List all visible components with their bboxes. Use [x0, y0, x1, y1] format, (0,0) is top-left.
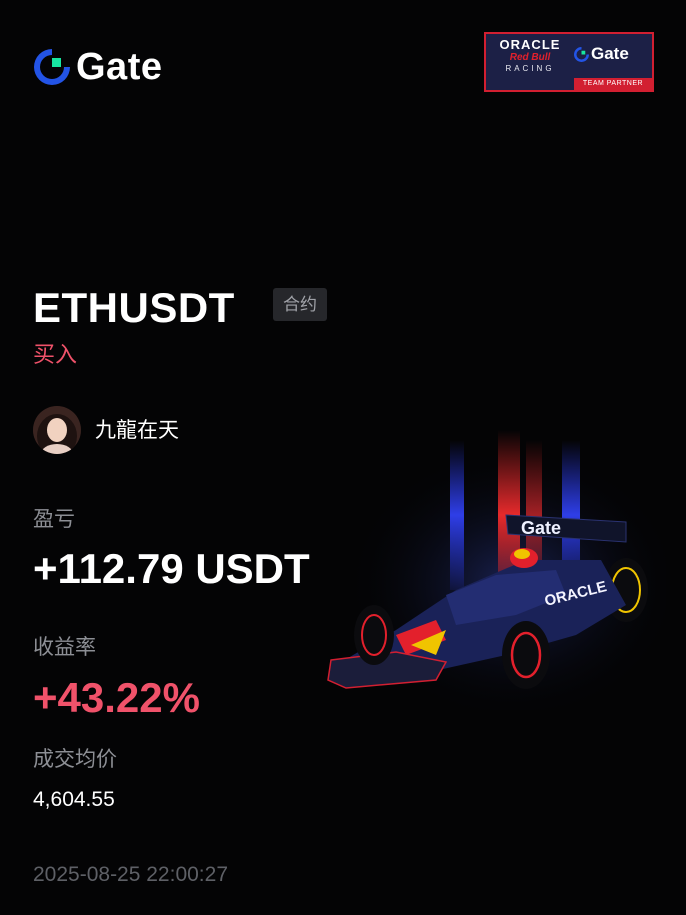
badge-gate-logo: Gate [574, 44, 629, 64]
avg-price-label: 成交均价 [33, 748, 117, 771]
team-partner-label: TEAM PARTNER [574, 78, 652, 90]
avatar [33, 406, 81, 454]
red-bull-text: Red Bull [509, 52, 551, 63]
oracle-text: ORACLE [499, 37, 561, 52]
trading-pair: ETHUSDT [33, 284, 235, 331]
pnl-value: +112.79 USDT [33, 545, 310, 592]
f1-car-illustration: Gate ORACLE [326, 430, 666, 710]
svg-text:Gate: Gate [521, 518, 561, 538]
trade-side: 买入 [33, 342, 78, 367]
pnl-label: 盈亏 [33, 508, 75, 531]
gate-logo-icon [574, 46, 589, 62]
roi-label: 收益率 [33, 636, 96, 659]
user-name: 九龍在天 [95, 419, 179, 442]
avatar-image [33, 406, 81, 454]
racing-text: RACING [505, 64, 555, 73]
red-bull-racing-logo: ORACLE Red Bull RACING [492, 38, 568, 74]
timestamp: 2025-08-25 22:00:27 [33, 863, 228, 886]
gate-logo-icon [34, 49, 70, 85]
brand-name: Gate [76, 46, 163, 88]
badge-gate-text: Gate [591, 44, 629, 63]
avg-price-value: 4,604.55 [33, 788, 115, 811]
partner-badge: ORACLE Red Bull RACING Gate TEAM PARTNER [484, 32, 654, 92]
contract-tag: 合约 [273, 288, 327, 321]
roi-value: +43.22% [33, 674, 200, 721]
gate-logo: Gate [34, 48, 162, 86]
